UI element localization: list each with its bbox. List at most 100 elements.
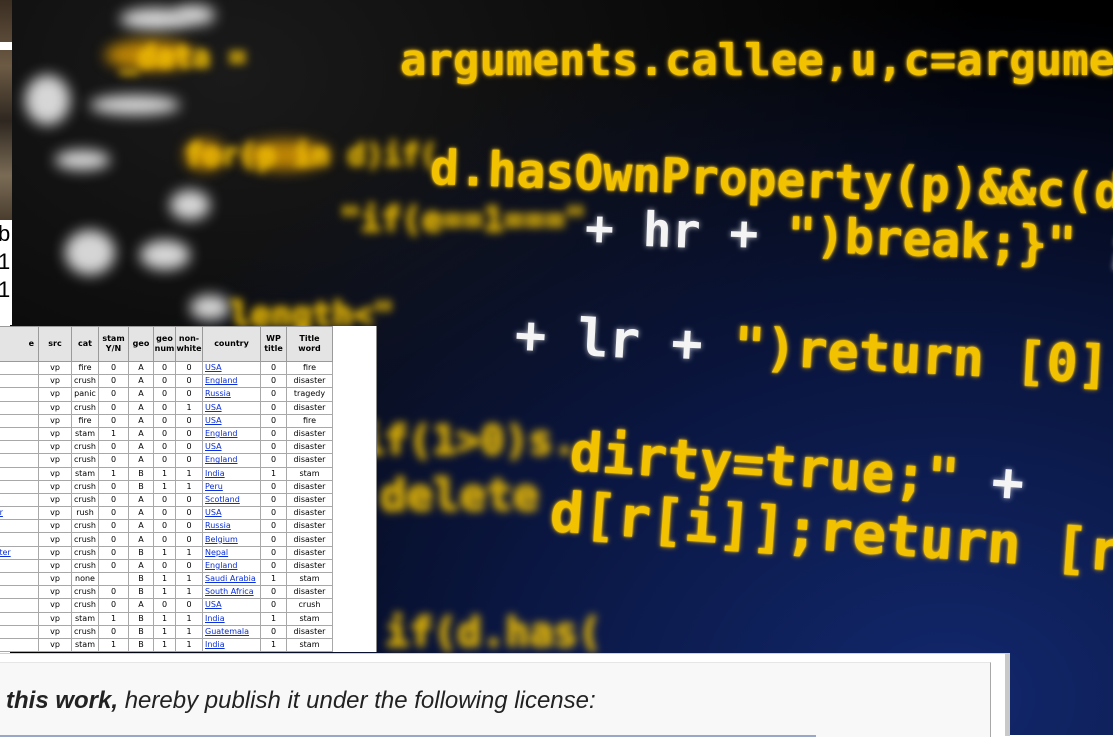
event-link[interactable] [0,413,39,428]
event-link[interactable]: mdisaster [0,545,39,560]
table-cell: stam [71,611,99,626]
event-link[interactable] [0,492,39,508]
table-cell: 1 [260,571,287,587]
country-link[interactable]: England [202,374,261,389]
event-link[interactable] [0,360,39,376]
table-cell: B [128,611,154,626]
table-cell: crush [71,440,99,455]
table-row: vp crush 0 A 0 0 Belgium 0 disaster [0,532,333,547]
table-row: edevpstam1B11India1stam [0,637,333,652]
event-link[interactable] [0,387,39,402]
country-link[interactable]: USA [202,440,261,455]
country-link[interactable]: Scotland [202,492,261,508]
table-row: mdisastervpcrush0B11Nepal0disaster [0,545,333,560]
country-link[interactable]: India [202,466,261,481]
event-link[interactable] [0,453,39,468]
code-line-2-prefix: for(p in d)if( [185,138,438,173]
country-link[interactable]: USA [202,360,261,376]
column-header: geo [128,326,154,362]
table-cell: fire [71,413,99,428]
table-cell: crush [71,519,99,534]
table-cell: B [128,624,154,639]
country-link[interactable]: Peru [202,479,261,494]
country-link[interactable]: India [202,637,261,652]
code-op: + [728,205,760,263]
table-cell: 0 [260,400,287,415]
table-cell: 0 [98,360,129,376]
license-box: this work, hereby publish it under the f… [0,662,991,737]
event-link[interactable]: ede [0,637,39,652]
table-cell: crush [71,374,99,389]
event-link[interactable] [0,440,39,455]
country-link[interactable]: England [202,558,261,574]
event-link[interactable]: pede [0,466,39,481]
event-link[interactable] [0,532,39,547]
event-link[interactable]: b [0,598,39,613]
table-cell: crush [71,624,99,639]
table-cell: 0 [260,479,287,494]
country-link[interactable]: USA [202,413,261,428]
event-link[interactable] [0,558,39,574]
table-cell: disaster [286,506,333,521]
table-cell: 1 [153,571,176,587]
event-link[interactable] [0,611,39,626]
table-cell: 0 [153,440,176,455]
table-row: ervpcrush0B11Peru0disaster [0,479,333,494]
country-link[interactable]: India [202,611,261,626]
table-cell: 0 [175,374,203,389]
table-cell: 1 [153,637,176,652]
event-link[interactable]: ter [0,624,39,639]
table-row: bvpcrush0A00USA0crush [0,598,333,613]
table-cell: vp [38,558,72,574]
country-link[interactable]: Russia [202,519,261,534]
code-op: + [669,313,705,375]
country-link[interactable]: South Africa [202,585,261,600]
table-cell: 1 [175,400,203,415]
event-link[interactable]: edy [0,571,39,587]
table-cell: 0 [260,360,287,376]
country-link[interactable]: Belgium [202,532,261,547]
table-cell: A [128,506,154,521]
code-string: ")return [0];"; [732,316,1113,402]
country-link[interactable]: Saudi Arabia [202,571,261,587]
table-row: disastervprush0A00USA0disaster [0,506,333,521]
country-link[interactable]: Guatemala [202,624,261,639]
code-op: + [513,305,548,367]
country-link[interactable]: England [202,426,261,442]
table-cell: 0 [98,598,129,613]
event-link[interactable] [0,374,39,389]
table-cell: A [128,558,154,574]
table-cell: 0 [175,413,203,428]
event-link[interactable]: mpede [0,426,39,442]
table-cell: 0 [98,624,129,639]
table-cell: crush [71,479,99,494]
table-cell: vp [38,426,72,442]
table-cell: disaster [286,426,333,442]
table-cell: 0 [260,558,287,574]
table-cell: vp [38,506,72,521]
country-link[interactable]: USA [202,506,261,521]
table-cell: 0 [153,400,176,415]
table-cell: 0 [98,374,129,389]
table-row: mpedevpstam1A00England0disaster [0,426,333,442]
code-line-1-prefix: _data = [120,40,247,75]
country-link[interactable]: England [202,453,261,468]
table-cell: B [128,585,154,600]
column-header: stam Y/N [98,326,129,362]
event-link[interactable]: disaster [0,506,39,521]
event-link[interactable]: isaster [0,400,39,415]
table-cell: 0 [175,598,203,613]
table-cell: 1 [153,611,176,626]
event-link[interactable]: s [0,585,39,600]
table-cell: 1 [98,426,129,442]
table-cell: fire [71,360,99,376]
event-link[interactable]: er [0,479,39,494]
country-link[interactable]: Nepal [202,545,261,560]
table-cell: 0 [175,558,203,574]
country-link[interactable]: USA [202,400,261,415]
table-cell: 0 [98,532,129,547]
country-link[interactable]: Russia [202,387,261,402]
table-cell: crush [71,558,99,574]
country-link[interactable]: USA [202,598,261,613]
event-link[interactable] [0,519,39,534]
